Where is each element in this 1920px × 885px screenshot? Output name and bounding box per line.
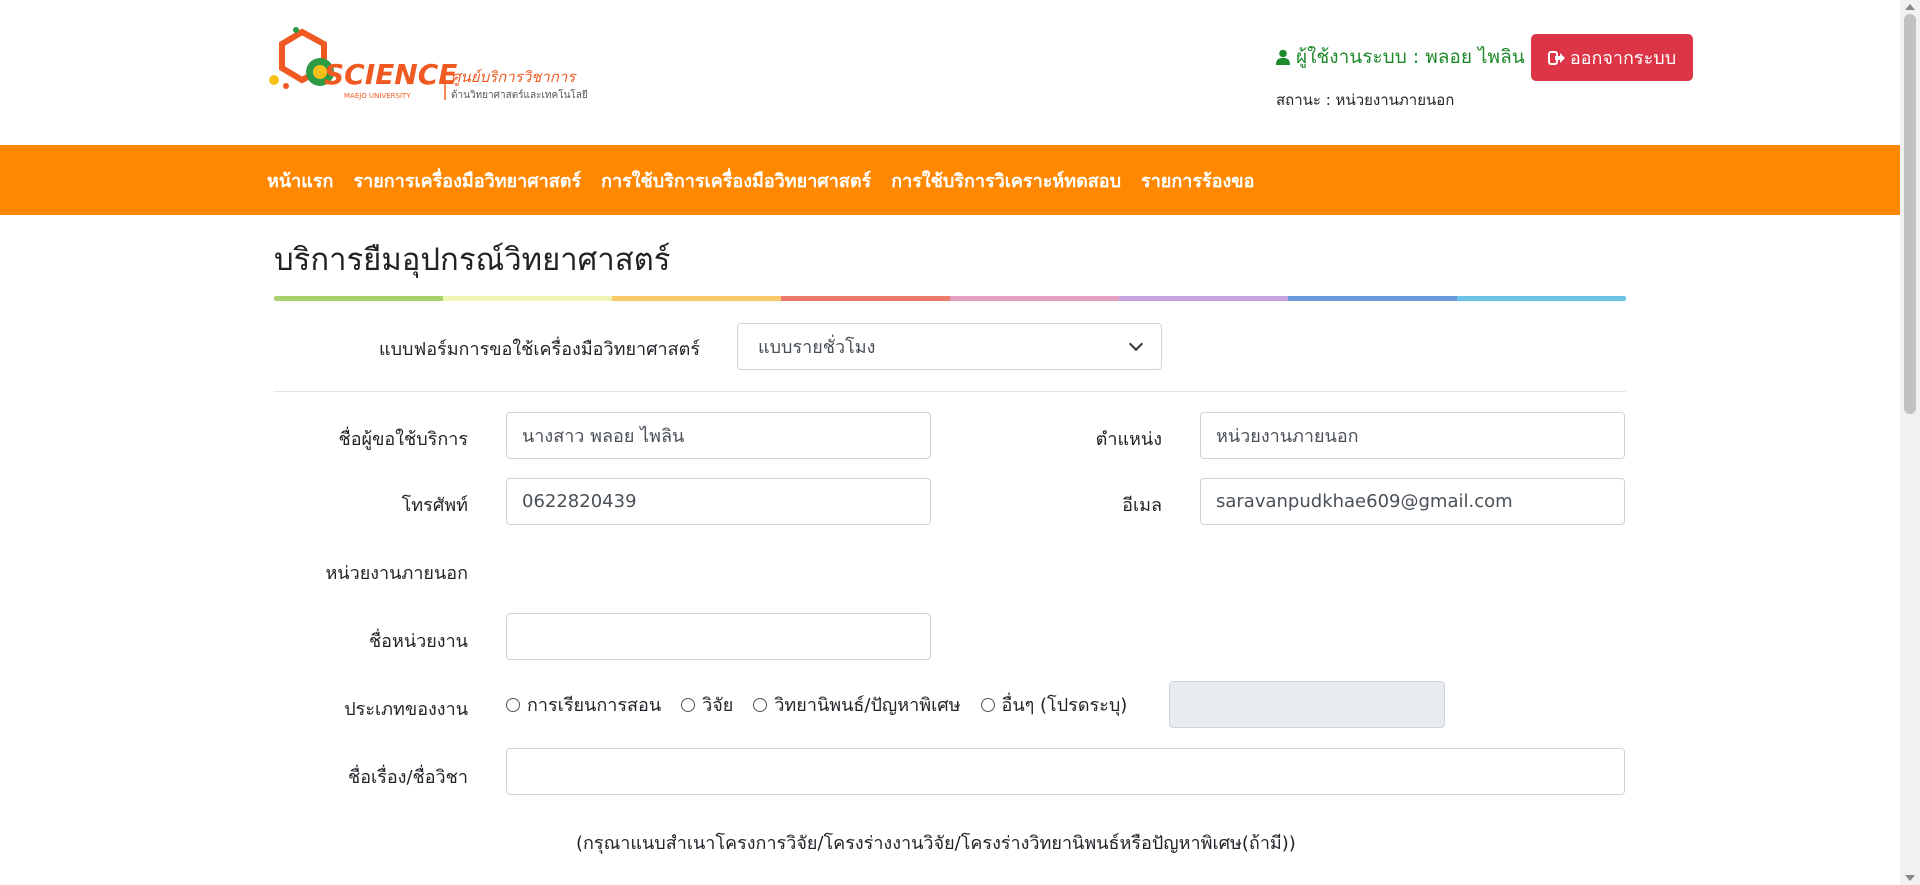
radio-label: วิทยานิพนธ์/ปัญหาพิเศษ bbox=[774, 695, 961, 716]
form-divider bbox=[274, 391, 1626, 392]
external-org-section-label: หน่วยงานภายนอก bbox=[325, 563, 468, 584]
phone-label: โทรศัพท์ bbox=[401, 495, 468, 516]
form-type-value: แบบรายชั่วโมง bbox=[758, 337, 876, 358]
email-label: อีเมล bbox=[1122, 495, 1162, 516]
org-name-field[interactable] bbox=[506, 613, 931, 660]
nav-instrument-list[interactable]: รายการเครื่องมือวิทยาศาสตร์ bbox=[353, 166, 581, 195]
rainbow-segment bbox=[443, 296, 612, 301]
page-title: บริการยืมอุปกรณ์วิทยาศาสตร์ bbox=[274, 242, 671, 278]
rainbow-segment bbox=[1288, 296, 1457, 301]
svg-text:ด้านวิทยาศาสตร์และเทคโนโลยี: ด้านวิทยาศาสตร์และเทคโนโลยี bbox=[451, 88, 588, 101]
rainbow-segment bbox=[950, 296, 1119, 301]
rainbow-divider bbox=[274, 296, 1626, 301]
user-label: ผู้ใช้งานระบบ : พลอย ไพลิน bbox=[1296, 46, 1525, 68]
nav-instrument-service[interactable]: การใช้บริการเครื่องมือวิทยาศาสตร์ bbox=[601, 166, 871, 195]
header: SCIENCE MAEJO UNIVERSITY ศูนย์บริการวิชา… bbox=[0, 0, 1900, 145]
radio-other[interactable]: อื่นๆ (โปรดระบุ) bbox=[980, 690, 1128, 719]
requester-field[interactable]: นางสาว พลอย ไพลิน bbox=[506, 412, 931, 459]
other-work-type-field[interactable] bbox=[1169, 681, 1445, 728]
form-type-select[interactable]: แบบรายชั่วโมง bbox=[737, 323, 1162, 370]
radio-research[interactable]: วิจัย bbox=[681, 690, 733, 719]
rainbow-segment bbox=[1457, 296, 1626, 301]
org-name-label: ชื่อหน่วยงาน bbox=[368, 631, 468, 652]
phone-field[interactable]: 0622820439 bbox=[506, 478, 931, 525]
svg-text:MAEJO UNIVERSITY: MAEJO UNIVERSITY bbox=[344, 92, 411, 100]
rainbow-segment bbox=[612, 296, 781, 301]
science-logo[interactable]: SCIENCE MAEJO UNIVERSITY ศูนย์บริการวิชา… bbox=[262, 24, 602, 106]
svg-text:ศูนย์บริการวิชาการ: ศูนย์บริการวิชาการ bbox=[451, 68, 577, 86]
svg-text:SCIENCE: SCIENCE bbox=[324, 58, 457, 91]
scroll-up-icon[interactable] bbox=[1905, 4, 1915, 10]
radio-thesis[interactable]: วิทยานิพนธ์/ปัญหาพิเศษ bbox=[753, 690, 961, 719]
form-type-label: แบบฟอร์มการขอใช้เครื่องมือวิทยาศาสตร์ bbox=[379, 339, 700, 360]
position-label: ตำแหน่ง bbox=[1095, 429, 1162, 450]
attachment-note: (กรุณาแนบสำเนาโครงการวิจัย/โครงร่างงานวิ… bbox=[576, 833, 1296, 854]
current-user: ผู้ใช้งานระบบ : พลอย ไพลิน bbox=[1276, 42, 1525, 72]
page: SCIENCE MAEJO UNIVERSITY ศูนย์บริการวิชา… bbox=[0, 0, 1920, 885]
work-type-label: ประเภทของงาน bbox=[344, 699, 468, 720]
radio-label: การเรียนการสอน bbox=[527, 695, 662, 716]
logout-label: ออกจากระบบ bbox=[1569, 48, 1677, 69]
radio-circle[interactable] bbox=[681, 697, 696, 712]
rainbow-segment bbox=[781, 296, 950, 301]
logout-button[interactable]: ออกจากระบบ bbox=[1531, 34, 1693, 81]
nav-requests[interactable]: รายการร้องขอ bbox=[1141, 166, 1254, 195]
nav-analysis-service[interactable]: การใช้บริการวิเคราะห์ทดสอบ bbox=[891, 166, 1121, 195]
user-status: สถานะ : หน่วยงานภายนอก bbox=[1276, 91, 1455, 109]
email-field[interactable]: saravanpudkhae609@gmail.com bbox=[1200, 478, 1625, 525]
radio-circle[interactable] bbox=[753, 697, 768, 712]
scroll-down-icon[interactable] bbox=[1905, 875, 1915, 881]
topic-field[interactable] bbox=[506, 748, 1625, 795]
main-nav: หน้าแรก รายการเครื่องมือวิทยาศาสตร์ การใ… bbox=[0, 145, 1900, 215]
position-field[interactable]: หน่วยงานภายนอก bbox=[1200, 412, 1625, 459]
user-icon bbox=[1276, 49, 1290, 65]
nav-home[interactable]: หน้าแรก bbox=[267, 166, 333, 195]
work-type-radio-group: การเรียนการสอน วิจัย วิทยานิพนธ์/ปัญหาพิ… bbox=[506, 690, 1127, 719]
radio-circle[interactable] bbox=[980, 697, 995, 712]
radio-teaching[interactable]: การเรียนการสอน bbox=[506, 690, 661, 719]
topic-label: ชื่อเรื่อง/ชื่อวิชา bbox=[348, 767, 468, 788]
requester-label: ชื่อผู้ขอใช้บริการ bbox=[338, 429, 468, 450]
page-scrollbar[interactable] bbox=[1900, 0, 1920, 885]
rainbow-segment bbox=[274, 296, 443, 301]
radio-label: วิจัย bbox=[702, 695, 734, 716]
radio-label: อื่นๆ (โปรดระบุ) bbox=[1001, 695, 1128, 716]
rainbow-segment bbox=[1119, 296, 1288, 301]
sign-out-icon bbox=[1547, 50, 1565, 65]
chevron-down-icon bbox=[1128, 336, 1144, 352]
scroll-thumb[interactable] bbox=[1904, 14, 1916, 414]
radio-circle[interactable] bbox=[506, 697, 520, 712]
